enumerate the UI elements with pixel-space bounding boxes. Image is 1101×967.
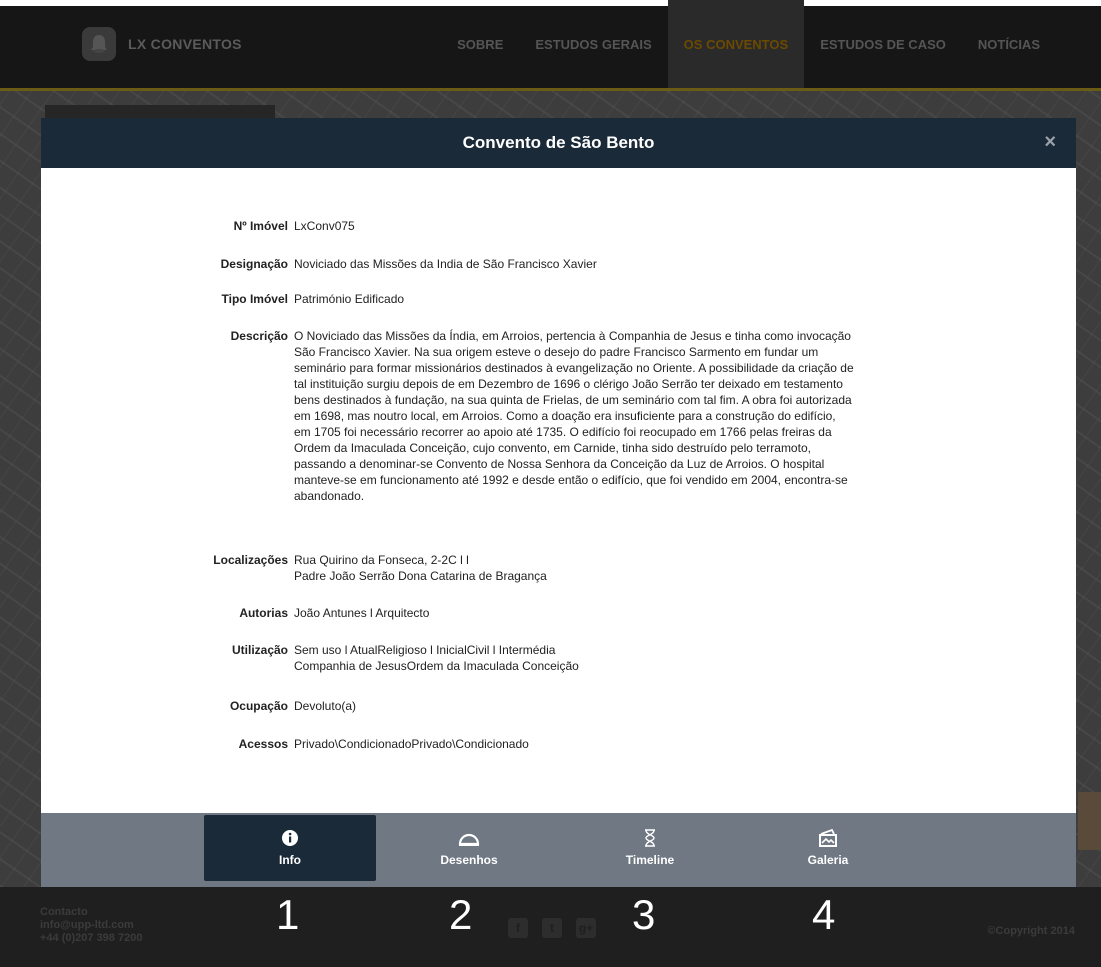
field-designacao: Designação Noviciado das Missões da Indi… [41, 256, 1076, 272]
close-icon[interactable]: × [1044, 131, 1056, 154]
field-value: Noviciado das Missões da India de São Fr… [294, 257, 597, 271]
annotation-1: 1 [276, 891, 300, 938]
field-ocupacao: Ocupação Devoluto(a) [41, 698, 1076, 714]
field-label: Descrição [230, 329, 288, 343]
annotation-4: 4 [812, 891, 836, 938]
field-label: Acessos [238, 737, 288, 751]
bell-logo-icon [82, 27, 116, 61]
facebook-icon[interactable]: f [508, 918, 528, 938]
protractor-icon [458, 829, 480, 847]
field-tipo-imovel: Tipo Imóvel Património Edificado [41, 291, 1076, 307]
tab-info[interactable]: Info [204, 815, 376, 881]
hourglass-icon [643, 829, 657, 847]
field-label: Ocupação [229, 699, 288, 713]
contact-title: Contacto [40, 906, 88, 918]
google-plus-icon[interactable]: g+ [576, 918, 596, 938]
copyright: ©Copyright 2014 [987, 925, 1075, 937]
field-descricao: Descrição O Noviciado das Missões da Índ… [41, 328, 1076, 504]
field-label: Autorias [239, 606, 288, 620]
field-value: Rua Quirino da Fonseca, 2-2C l l Padre J… [294, 553, 547, 583]
field-label: Tipo Imóvel [221, 292, 288, 306]
footer-contact: Contacto info@upp-ltd.com +44 (0)207 398… [40, 906, 142, 945]
field-label: Localizações [213, 553, 288, 567]
field-n-imovel: Nº Imóvel LxConv075 [41, 218, 1076, 234]
field-value: LxConv075 [294, 219, 355, 233]
modal-tab-bar: Info Desenhos Timeline Galeria [41, 813, 1076, 887]
map-control[interactable] [1078, 792, 1101, 850]
nav-sobre[interactable]: SOBRE [441, 0, 519, 88]
logo-text: LX CONVENTOS [128, 36, 242, 52]
field-localizacoes: Localizações Rua Quirino da Fonseca, 2-2… [41, 552, 1076, 584]
nav-noticias[interactable]: NOTÍCIAS [962, 0, 1056, 88]
nav-os-conventos[interactable]: OS CONVENTOS [667, 0, 805, 88]
tab-timeline[interactable]: Timeline [564, 815, 736, 881]
logo[interactable]: LX CONVENTOS [82, 27, 242, 61]
twitter-icon[interactable]: t [542, 918, 562, 938]
nav-estudos-gerais[interactable]: ESTUDOS GERAIS [519, 0, 667, 88]
field-acessos: Acessos Privado\CondicionadoPrivado\Cond… [41, 736, 1076, 752]
annotation-2: 2 [449, 891, 473, 938]
field-value: Sem uso l AtualReligioso l InicialCivil … [294, 643, 579, 673]
field-value: João Antunes l Arquitecto [294, 606, 430, 620]
info-icon [281, 829, 299, 847]
modal-body: Nº Imóvel LxConv075 Designação Noviciado… [41, 168, 1076, 813]
tab-galeria[interactable]: Galeria [742, 815, 914, 881]
modal-title: Convento de São Bento [462, 133, 655, 152]
tab-label: Timeline [625, 853, 675, 867]
field-autorias: Autorias João Antunes l Arquitecto [41, 605, 1076, 621]
contact-phone: +44 (0)207 398 7200 [40, 932, 143, 944]
annotation-3: 3 [632, 891, 656, 938]
nav-estudos-de-caso[interactable]: ESTUDOS DE CASO [804, 0, 962, 88]
convento-modal: Convento de São Bento × Nº Imóvel LxConv… [41, 118, 1076, 887]
field-value: Privado\CondicionadoPrivado\Condicionado [294, 737, 529, 751]
gallery-icon [818, 829, 838, 847]
social-links: f t g+ [508, 918, 596, 938]
field-value: Património Edificado [294, 292, 405, 306]
modal-header: Convento de São Bento × [41, 118, 1076, 168]
field-value: O Noviciado das Missões da Índia, em Arr… [294, 329, 854, 503]
contact-email[interactable]: info@upp-ltd.com [40, 919, 142, 932]
field-value: Devoluto(a) [294, 699, 357, 713]
field-utilizacao: Utilização Sem uso l AtualReligioso l In… [41, 642, 1076, 674]
tab-label: Galeria [807, 853, 849, 867]
tab-label: Info [279, 853, 301, 867]
field-label: Utilização [231, 643, 288, 657]
main-nav: SOBRE ESTUDOS GERAIS OS CONVENTOS ESTUDO… [441, 0, 1056, 88]
tab-desenhos[interactable]: Desenhos [383, 815, 555, 881]
top-navbar: LX CONVENTOS SOBRE ESTUDOS GERAIS OS CON… [0, 0, 1101, 88]
field-label: Designação [220, 257, 288, 271]
tab-label: Desenhos [440, 853, 498, 867]
field-label: Nº Imóvel [233, 219, 288, 233]
